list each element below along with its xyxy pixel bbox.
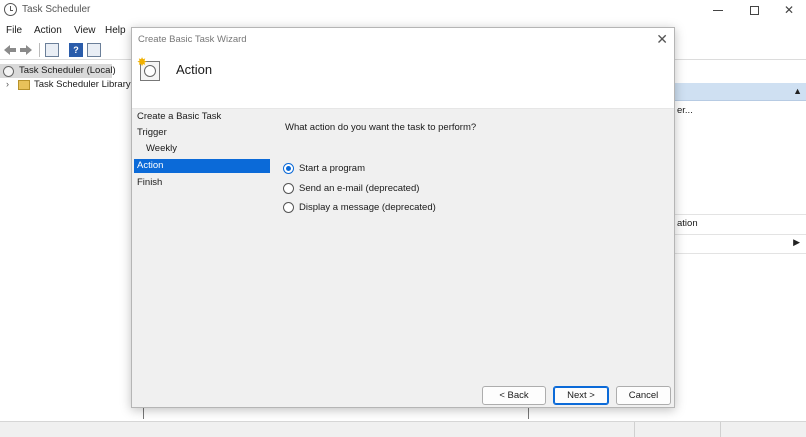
dialog-title: Create Basic Task Wizard — [138, 34, 247, 45]
show-hide-action-pane-icon[interactable] — [87, 43, 101, 57]
task-scheduler-app-icon — [4, 3, 17, 16]
maximize-button[interactable] — [736, 0, 772, 20]
action-question: What action do you want the task to perf… — [285, 122, 477, 133]
radio-label[interactable]: Start a program — [299, 163, 365, 174]
radio-button[interactable] — [283, 182, 294, 194]
actions-pane-item[interactable]: ation — [677, 218, 698, 229]
radio-label[interactable]: Display a message (deprecated) — [299, 202, 436, 213]
clock-icon — [3, 66, 14, 77]
folder-icon — [18, 80, 30, 90]
tree-item-task-scheduler-library[interactable]: › Task Scheduler Library — [0, 78, 131, 92]
status-divider — [720, 422, 721, 437]
forward-arrow-icon[interactable] — [19, 43, 33, 57]
divider — [675, 214, 806, 215]
bottom-area — [0, 407, 806, 421]
tree-item-task-scheduler-local[interactable]: Task Scheduler (Local) — [0, 64, 116, 78]
dialog-header-title: Action — [176, 62, 213, 77]
step-create-a-basic-task[interactable]: Create a Basic Task — [134, 110, 270, 124]
status-bar — [0, 421, 806, 437]
step-action[interactable]: Action — [134, 159, 270, 173]
column-divider — [143, 407, 144, 419]
radio-send-an-email[interactable]: Send an e-mail (deprecated) — [283, 181, 419, 195]
chevron-right-icon[interactable]: › — [6, 79, 9, 89]
dialog-close-icon[interactable]: ✕ — [656, 31, 668, 48]
radio-start-a-program[interactable]: Start a program — [283, 161, 365, 175]
submenu-arrow-icon[interactable]: ▶ — [793, 237, 800, 248]
cancel-button[interactable]: Cancel — [616, 386, 671, 405]
minimize-button[interactable] — [700, 0, 736, 20]
close-icon: ✕ — [783, 3, 795, 17]
maximize-icon — [749, 5, 759, 15]
help-icon[interactable]: ? — [69, 43, 83, 57]
close-window-button[interactable]: ✕ — [771, 0, 806, 20]
actions-pane-item[interactable]: er... — [677, 105, 693, 116]
actions-pane-header[interactable]: ▲ — [675, 83, 806, 101]
actions-pane: ▲ er... ation ▶ — [675, 61, 806, 421]
main-window-titlebar: Task Scheduler ✕ — [0, 0, 806, 20]
step-trigger[interactable]: Trigger — [134, 126, 270, 140]
wizard-steps: Create a Basic Task Trigger Weekly Actio… — [132, 110, 272, 400]
next-button[interactable]: Next > — [553, 386, 609, 405]
toolbar-separator — [39, 43, 40, 57]
step-weekly[interactable]: Weekly — [134, 142, 270, 156]
create-basic-task-wizard-dialog: Create Basic Task Wizard ✕ ✸ Action Crea… — [131, 27, 675, 408]
column-divider — [528, 407, 529, 419]
dialog-titlebar: Create Basic Task Wizard ✕ — [132, 28, 674, 52]
radio-display-a-message[interactable]: Display a message (deprecated) — [283, 200, 436, 214]
radio-button[interactable] — [283, 162, 294, 174]
divider — [675, 234, 806, 235]
tree-item-label: Task Scheduler (Local) — [19, 65, 116, 76]
menu-file[interactable]: File — [6, 25, 22, 36]
collapse-up-icon[interactable]: ▲ — [793, 86, 802, 96]
menu-view[interactable]: View — [74, 25, 96, 36]
tree-item-label: Task Scheduler Library — [34, 79, 131, 90]
status-divider — [634, 422, 635, 437]
step-finish[interactable]: Finish — [134, 176, 270, 190]
radio-button[interactable] — [283, 201, 294, 213]
back-arrow-icon[interactable] — [3, 43, 17, 57]
window-title: Task Scheduler — [22, 4, 91, 15]
divider — [675, 253, 806, 254]
minimize-icon — [713, 9, 723, 11]
console-tree: Task Scheduler (Local) › Task Scheduler … — [0, 61, 131, 421]
show-hide-console-tree-icon[interactable] — [45, 43, 59, 57]
back-button[interactable]: < Back — [482, 386, 546, 405]
menu-action[interactable]: Action — [34, 25, 62, 36]
radio-label[interactable]: Send an e-mail (deprecated) — [299, 183, 419, 194]
task-wizard-icon: ✸ — [137, 55, 160, 82]
dialog-header: ✸ Action — [132, 52, 674, 109]
menu-help[interactable]: Help — [105, 25, 126, 36]
